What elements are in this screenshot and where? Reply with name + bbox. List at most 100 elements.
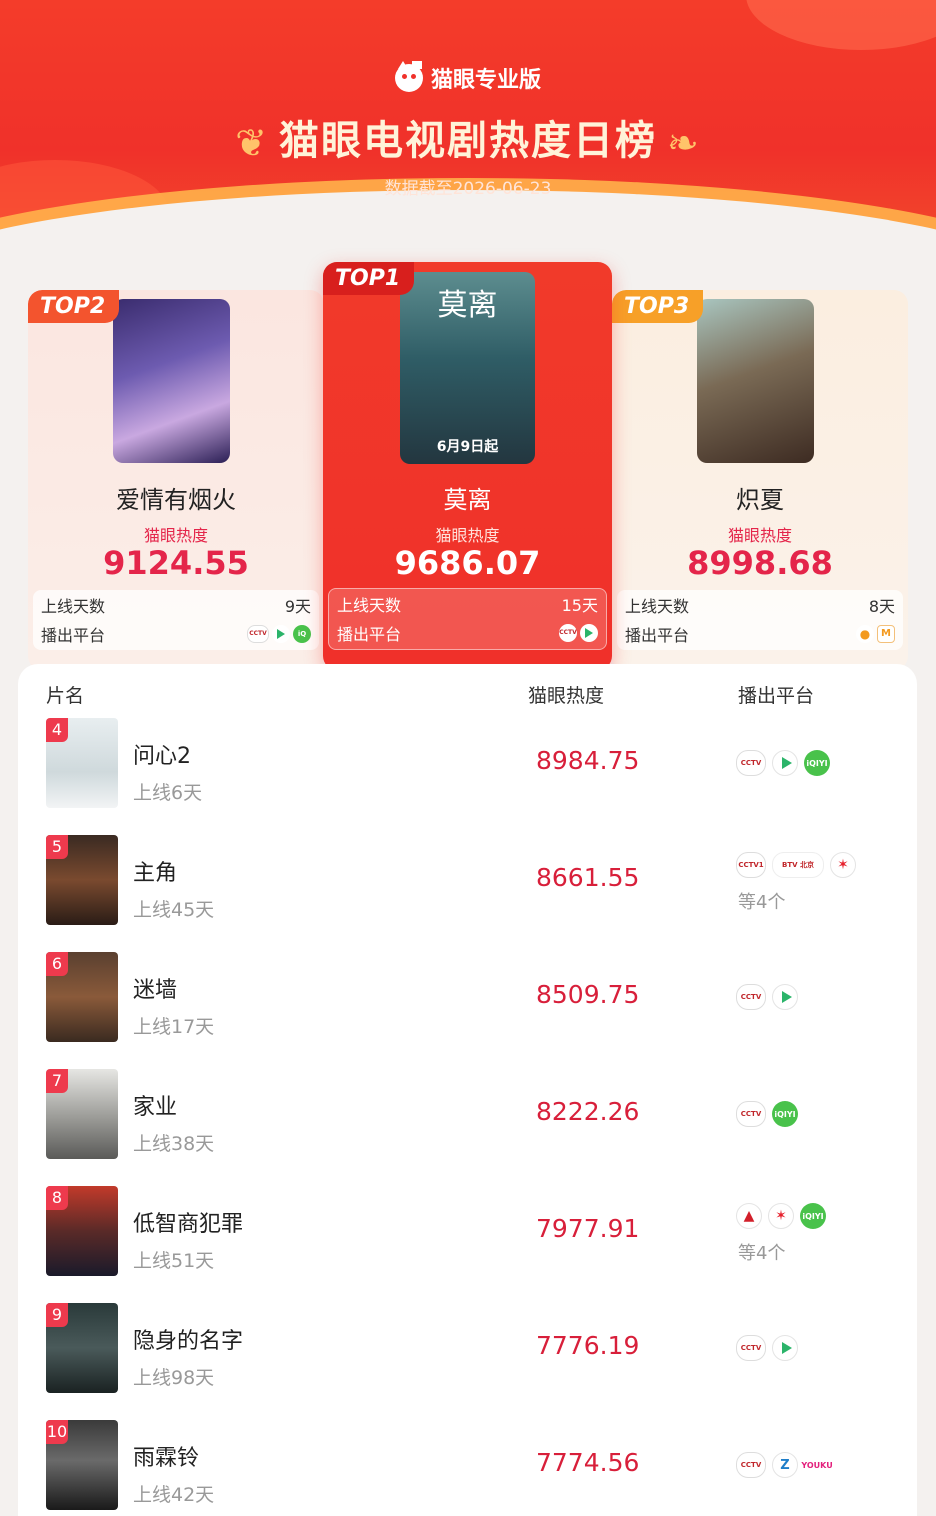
cctv-icon: CCTV <box>736 1452 766 1478</box>
heat-label: 猫眼热度 <box>727 526 792 545</box>
heat-score: 9124.55 <box>103 544 249 582</box>
iqiyi-icon: iQIYI <box>772 1101 798 1127</box>
header-banner: 猫眼专业版 ❦ 猫眼电视剧热度日榜 ❧ 数据截至2026-06-23 <box>0 0 936 250</box>
iqiyi-icon: iQIYI <box>804 750 830 776</box>
maoyan-logo-icon <box>394 61 423 92</box>
platform-icons: CCTV <box>736 984 798 1010</box>
days-value: 15天 <box>561 595 598 615</box>
drama-name: 主角 <box>133 861 178 886</box>
rank-number: 4 <box>46 718 68 742</box>
heat-score: 8998.68 <box>687 544 833 582</box>
days-online: 上线6天 <box>133 782 203 804</box>
days-online: 上线51天 <box>133 1250 215 1272</box>
cctv-icon: CCTV <box>736 1335 766 1361</box>
days-value: 9天 <box>284 596 311 616</box>
cctv-icon: CCTV <box>247 624 269 643</box>
rank-number: 9 <box>46 1303 68 1327</box>
drama-name: 隐身的名字 <box>133 1329 244 1354</box>
days-online: 上线45天 <box>133 899 215 921</box>
drama-name: 炽夏 <box>736 486 784 514</box>
top3-card[interactable]: TOP3 炽夏 猫眼热度 8998.68 上线天数 8天 播出平台 ● M <box>612 290 908 670</box>
heat-score: 7776.19 <box>536 1331 640 1360</box>
rank-badge: TOP2 <box>28 290 120 323</box>
dragon-tv-icon: ✶ <box>830 852 856 878</box>
rank-number: 5 <box>46 835 68 859</box>
mgtv-icon: M <box>877 624 895 643</box>
tencent-video-icon <box>272 624 290 643</box>
thumbnail: 6 <box>46 952 118 1042</box>
top2-card[interactable]: TOP2 爱情有烟火 猫眼热度 9124.55 上线天数 9天 播出平台 CCTV… <box>28 290 324 670</box>
platform-icons: CCTV <box>559 623 598 642</box>
info-box: 上线天数 15天 播出平台 CCTV <box>328 588 607 650</box>
poster-image: 莫离 6月9日起 <box>400 272 535 464</box>
brand-name: 猫眼专业版 <box>430 68 541 93</box>
list-item[interactable]: 10 雨霖铃 上线42天 7774.56 CCTV Z YOUKU <box>18 1420 917 1516</box>
heat-score: 8661.55 <box>536 863 640 892</box>
drama-name: 雨霖铃 <box>133 1446 200 1471</box>
platform-icons: CCTV <box>736 1335 798 1361</box>
mango-icon: ● <box>856 624 874 643</box>
rank-number: 7 <box>46 1069 68 1093</box>
page-title: ❦ 猫眼电视剧热度日榜 ❧ <box>235 118 701 165</box>
rank-number: 8 <box>46 1186 68 1210</box>
tencent-video-icon <box>772 1335 798 1361</box>
list-item[interactable]: 7 家业 上线38天 8222.26 CCTV iQIYI <box>18 1069 917 1186</box>
rank-badge: TOP1 <box>323 262 415 295</box>
btv-icon: BTV 北京 <box>772 852 824 878</box>
list-item[interactable]: 8 低智商犯罪 上线51天 7977.91 ▲ ✶ iQIYI 等4个 <box>18 1186 917 1303</box>
top1-card[interactable]: 莫离 6月9日起 TOP1 莫离 猫眼热度 9686.07 上线天数 15天 播出… <box>323 262 612 670</box>
cctv-icon: CCTV <box>559 623 577 642</box>
platform-icons: CCTV iQ <box>247 624 311 643</box>
info-box: 上线天数 8天 播出平台 ● M <box>617 590 903 650</box>
list-item[interactable]: 4 问心2 上线6天 8984.75 CCTV iQIYI <box>18 718 917 835</box>
zhejiang-tv-icon: Z <box>772 1452 798 1478</box>
data-date: 数据截至2026-06-23 <box>384 179 552 199</box>
days-online: 上线38天 <box>133 1133 215 1155</box>
thumbnail: 8 <box>46 1186 118 1276</box>
cctv1-icon: CCTV1 <box>736 852 766 878</box>
poster-title: 莫离 <box>437 288 498 323</box>
cctv-icon: CCTV <box>736 750 766 776</box>
poster-image <box>697 299 814 463</box>
drama-name: 问心2 <box>133 744 191 769</box>
ranking-list: 片名 猫眼热度 播出平台 4 问心2 上线6天 8984.75 CCTV iQI… <box>18 664 917 1516</box>
thumbnail: 7 <box>46 1069 118 1159</box>
dragon-tv-icon: ✶ <box>768 1203 794 1229</box>
platform-icons: CCTV Z YOUKU <box>736 1452 833 1478</box>
more-platforms: 等4个 <box>738 892 786 913</box>
days-online: 上线42天 <box>133 1484 215 1506</box>
col-header-name: 片名 <box>46 685 85 707</box>
list-item[interactable]: 6 迷墙 上线17天 8509.75 CCTV <box>18 952 917 1069</box>
poster-image <box>113 299 230 463</box>
tencent-video-icon <box>772 750 798 776</box>
tencent-video-icon <box>580 623 598 642</box>
list-item[interactable]: 9 隐身的名字 上线98天 7776.19 CCTV <box>18 1303 917 1420</box>
thumbnail: 10 <box>46 1420 118 1510</box>
drama-name: 爱情有烟火 <box>116 486 236 514</box>
tencent-video-icon <box>772 984 798 1010</box>
days-online: 上线98天 <box>133 1367 215 1389</box>
platform-icons: CCTV1 BTV 北京 ✶ <box>736 852 856 878</box>
platform-icons: ● M <box>856 624 895 643</box>
platform-icons: CCTV iQIYI <box>736 750 830 776</box>
thumbnail: 9 <box>46 1303 118 1393</box>
cctv-icon: CCTV <box>736 1101 766 1127</box>
days-value: 8天 <box>868 596 895 616</box>
brand: 猫眼专业版 <box>0 61 936 94</box>
thumbnail: 4 <box>46 718 118 808</box>
cctv-icon: CCTV <box>736 984 766 1010</box>
rank-number: 6 <box>46 952 68 976</box>
info-box: 上线天数 9天 播出平台 CCTV iQ <box>33 590 319 650</box>
drama-name: 家业 <box>133 1095 178 1120</box>
list-item[interactable]: 5 主角 上线45天 8661.55 CCTV1 BTV 北京 ✶ 等4个 <box>18 835 917 952</box>
drama-name: 迷墙 <box>133 978 178 1003</box>
youku-icon: YOUKU <box>801 1452 833 1478</box>
heat-label: 猫眼热度 <box>143 526 208 545</box>
platform-icons: CCTV iQIYI <box>736 1101 798 1127</box>
heat-label: 猫眼热度 <box>435 526 500 545</box>
heat-score: 7774.56 <box>536 1448 640 1477</box>
days-online: 上线17天 <box>133 1016 215 1038</box>
heat-score: 9686.07 <box>394 544 541 582</box>
more-platforms: 等4个 <box>738 1243 786 1264</box>
col-header-score: 猫眼热度 <box>528 685 605 707</box>
